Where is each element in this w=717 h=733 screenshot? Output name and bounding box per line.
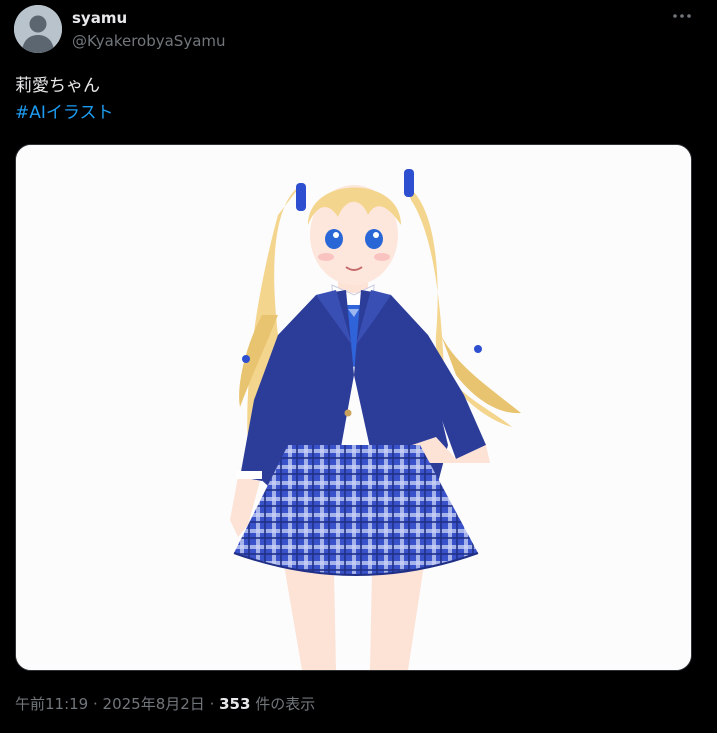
tweet-text: 莉愛ちゃん #AIイラスト bbox=[15, 73, 114, 127]
meta-separator: · bbox=[88, 695, 103, 713]
author-display-name[interactable]: syamu bbox=[72, 9, 127, 27]
tweet-media-image[interactable] bbox=[15, 144, 692, 671]
more-button[interactable] bbox=[668, 6, 696, 26]
anime-illustration-image bbox=[16, 145, 691, 670]
tweet-date[interactable]: 2025年8月2日 bbox=[103, 695, 205, 713]
views-count: 353 bbox=[219, 695, 251, 713]
tweet-time[interactable]: 午前11:19 bbox=[15, 695, 88, 713]
tweet-body-text: 莉愛ちゃん bbox=[15, 76, 100, 96]
default-avatar-icon bbox=[14, 5, 62, 53]
author-handle[interactable]: @KyakerobyaSyamu bbox=[72, 32, 226, 50]
hashtag-link[interactable]: #AIイラスト bbox=[15, 100, 114, 127]
tweet: syamu @KyakerobyaSyamu 莉愛ちゃん #AIイラスト 午前1… bbox=[0, 0, 717, 733]
avatar[interactable] bbox=[14, 5, 62, 53]
tweet-meta: 午前11:19 · 2025年8月2日 · 353 件の表示 bbox=[15, 694, 315, 714]
meta-separator: · bbox=[204, 695, 220, 713]
more-horizontal-icon bbox=[673, 14, 691, 18]
views-label: 件の表示 bbox=[250, 695, 316, 713]
